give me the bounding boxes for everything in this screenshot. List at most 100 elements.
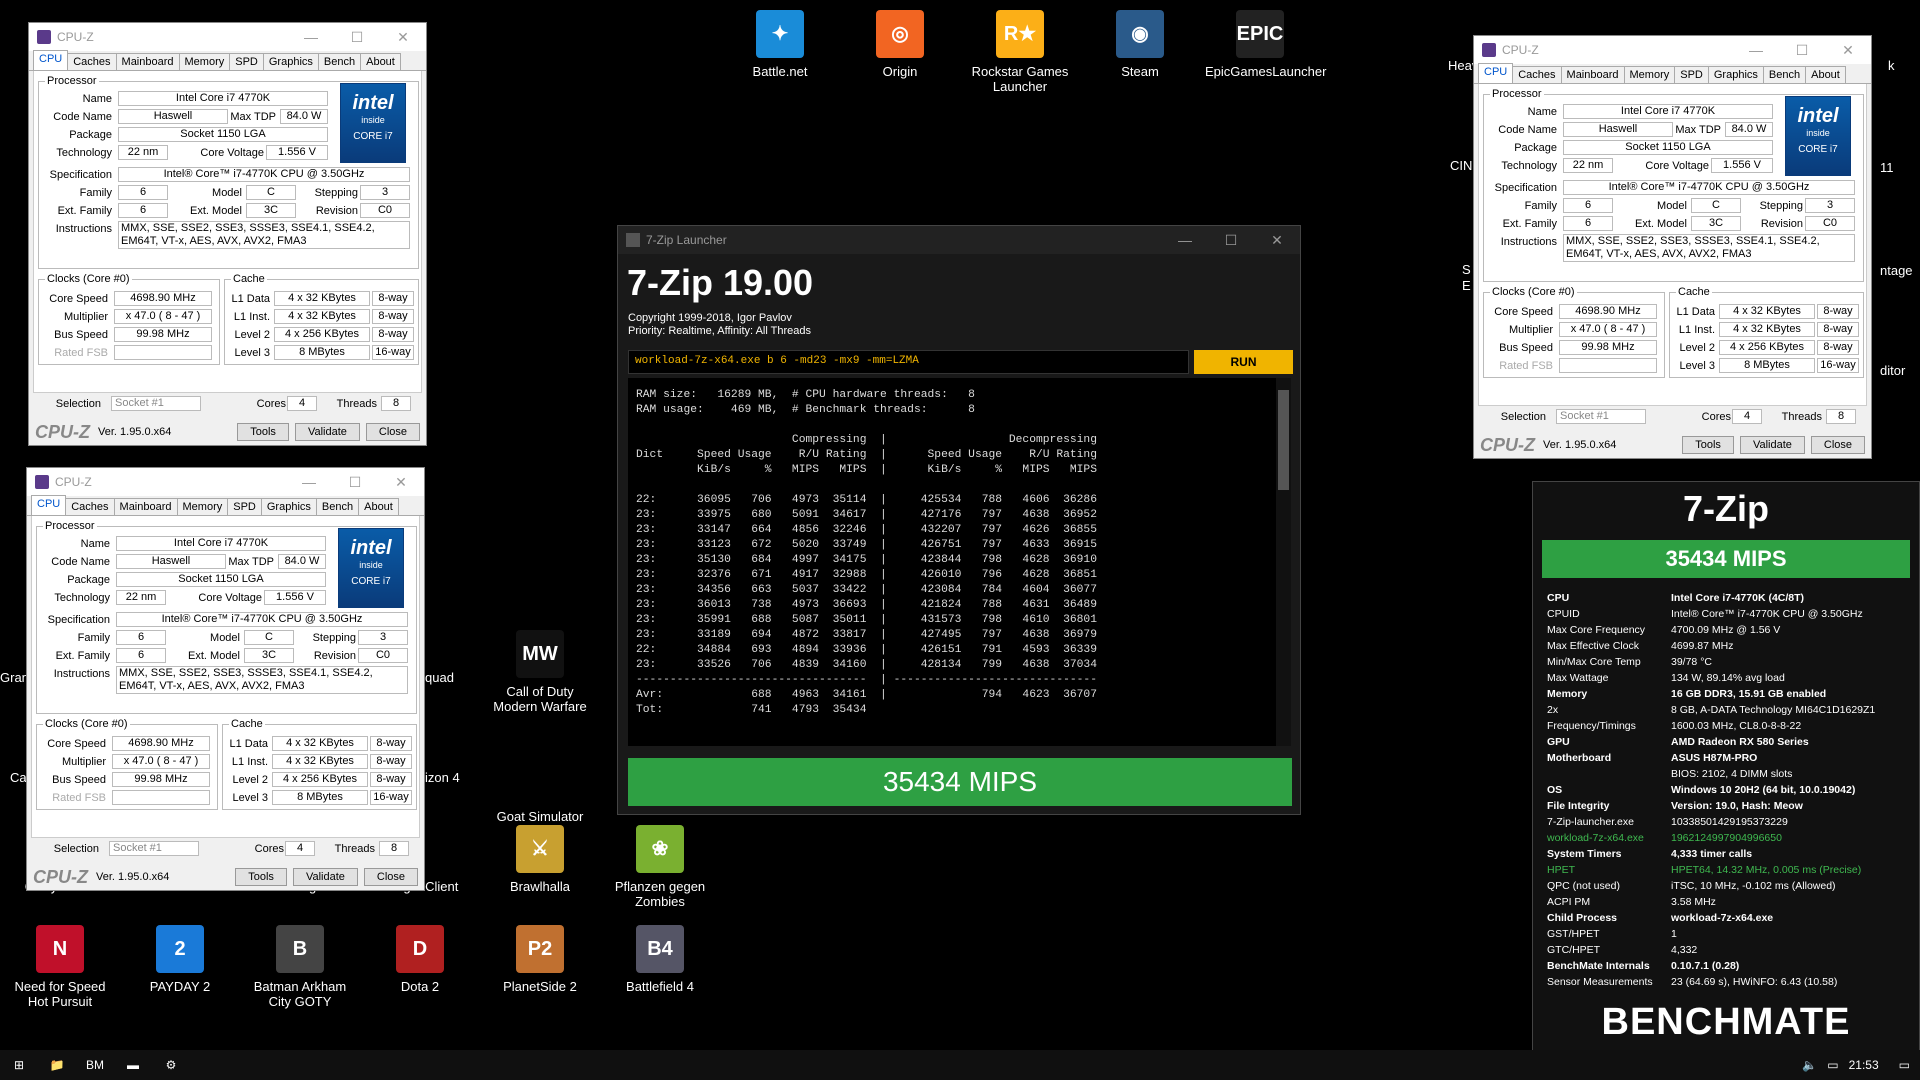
tab[interactable]: Mainboard <box>113 498 178 515</box>
minimize-icon[interactable]: — <box>288 29 334 46</box>
partial-icon-label[interactable]: Ca <box>10 770 27 785</box>
tools-button[interactable]: Tools <box>237 423 289 441</box>
partial-icon-label[interactable]: CIN <box>1450 158 1472 173</box>
tray-icon[interactable]: 🔈 <box>1802 1058 1817 1072</box>
partial-icon-label[interactable]: Gran <box>0 670 29 685</box>
partial-icon-label[interactable]: 11 <box>1880 160 1894 175</box>
copyright: Copyright 1999-2018, Igor Pavlov <box>628 312 792 324</box>
desktop-icon[interactable]: D Dota 2 <box>365 925 475 994</box>
field-value: MMX, SSE, SSE2, SSE3, SSSE3, SSE4.1, SSE… <box>116 666 408 694</box>
tab[interactable]: Memory <box>1623 66 1676 83</box>
close-button[interactable]: Close <box>1810 436 1865 454</box>
tab[interactable]: Memory <box>178 53 231 70</box>
taskbar-item[interactable]: BM <box>76 1050 114 1080</box>
partial-icon-label[interactable]: izon 4 <box>425 770 460 785</box>
tab[interactable]: Caches <box>1512 66 1562 83</box>
tab[interactable]: Mainboard <box>115 53 180 70</box>
validate-button[interactable]: Validate <box>1739 436 1805 454</box>
desktop-icon[interactable]: ✦ Battle.net <box>725 10 835 79</box>
tab[interactable]: CPU <box>1478 63 1514 83</box>
info-value: 1962124997904996650 <box>1671 832 1782 844</box>
field-label: Model <box>212 187 242 199</box>
tab[interactable]: Graphics <box>1707 66 1764 83</box>
tab[interactable]: About <box>360 53 401 70</box>
desktop-icon[interactable]: ◉ Steam <box>1085 10 1195 79</box>
close-icon[interactable]: ✕ <box>1254 232 1300 249</box>
close-icon[interactable]: ✕ <box>378 474 424 491</box>
close-button[interactable]: Close <box>363 868 418 886</box>
desktop-icon[interactable]: ⚔ Brawlhalla <box>485 825 595 894</box>
taskbar-item[interactable]: 📁 <box>38 1050 76 1080</box>
desktop-icon[interactable]: ◎ Origin <box>845 10 955 79</box>
field-label: Revision <box>1760 218 1803 230</box>
maximize-icon[interactable]: ☐ <box>1779 42 1825 59</box>
tab[interactable]: Graphics <box>260 498 317 515</box>
desktop-icon[interactable]: 2 PAYDAY 2 <box>125 925 235 994</box>
minimize-icon[interactable]: — <box>286 474 332 491</box>
partial-icon-label[interactable]: ditor <box>1880 363 1905 378</box>
command-input[interactable]: workload-7z-x64.exe b 6 -md23 -mx9 -mm=L… <box>628 350 1189 374</box>
tab[interactable]: Bench <box>317 53 362 70</box>
partial-icon-label[interactable]: S <box>1462 262 1471 277</box>
desktop-icon[interactable]: B Batman Arkham City GOTY <box>245 925 355 1009</box>
notification-icon[interactable]: ▭ <box>1899 1058 1910 1072</box>
taskbar-item[interactable]: ⊞ <box>0 1050 38 1080</box>
socket-select[interactable]: Socket #1 <box>1556 409 1646 424</box>
partial-icon-label[interactable]: ntage <box>1880 263 1913 278</box>
tab[interactable]: Caches <box>67 53 117 70</box>
tray-icon[interactable]: ▭ <box>1827 1058 1838 1072</box>
partial-icon-label[interactable]: quad <box>425 670 454 685</box>
desktop-icon[interactable]: ❀ Pflanzen gegen Zombies <box>605 825 715 909</box>
tab[interactable]: CPU <box>33 50 69 70</box>
desktop-icon[interactable]: R★ Rockstar Games Launcher <box>965 10 1075 94</box>
app-icon: ❀ <box>636 825 684 873</box>
clock[interactable]: 21:53 <box>1849 1058 1879 1072</box>
desktop-icon[interactable]: EPIC EpicGamesLauncher <box>1205 10 1326 79</box>
socket-select[interactable]: Socket #1 <box>109 841 199 856</box>
close-icon[interactable]: ✕ <box>1825 42 1871 59</box>
tab[interactable]: Memory <box>176 498 229 515</box>
title-bar[interactable]: CPU-Z — ☐ ✕ <box>29 23 426 51</box>
desktop-icon[interactable]: Goat Simulator <box>485 755 595 824</box>
partial-icon-label[interactable]: k <box>1888 58 1895 73</box>
tab[interactable]: SPD <box>227 498 262 515</box>
desktop-icon[interactable]: P2 PlanetSide 2 <box>485 925 595 994</box>
validate-button[interactable]: Validate <box>292 868 358 886</box>
tab[interactable]: Mainboard <box>1560 66 1625 83</box>
tab[interactable]: Bench <box>1762 66 1807 83</box>
tab[interactable]: About <box>358 498 399 515</box>
minimize-icon[interactable]: — <box>1162 232 1208 249</box>
tab[interactable]: CPU <box>31 495 67 515</box>
info-key: CPU <box>1547 592 1570 604</box>
version: Ver. 1.95.0.x64 <box>96 871 170 883</box>
tab[interactable]: Caches <box>65 498 115 515</box>
title-bar[interactable]: 7-Zip Launcher — ☐ ✕ <box>618 226 1300 254</box>
tab[interactable]: Bench <box>315 498 360 515</box>
title-bar[interactable]: CPU-Z — ☐ ✕ <box>27 468 424 496</box>
maximize-icon[interactable]: ☐ <box>332 474 378 491</box>
partial-icon-label[interactable]: E <box>1462 278 1471 293</box>
run-button[interactable]: RUN <box>1194 350 1293 374</box>
tab[interactable]: About <box>1805 66 1846 83</box>
taskbar-item[interactable]: ⚙ <box>152 1050 190 1080</box>
tab[interactable]: SPD <box>1674 66 1709 83</box>
tools-button[interactable]: Tools <box>1682 436 1734 454</box>
maximize-icon[interactable]: ☐ <box>1208 232 1254 249</box>
info-key: Max Core Frequency <box>1547 624 1646 636</box>
socket-select[interactable]: Socket #1 <box>111 396 201 411</box>
tools-button[interactable]: Tools <box>235 868 287 886</box>
taskbar-item[interactable]: ▬ <box>114 1050 152 1080</box>
validate-button[interactable]: Validate <box>294 423 360 441</box>
title-bar[interactable]: CPU-Z — ☐ ✕ <box>1474 36 1871 64</box>
desktop-icon[interactable]: N Need for Speed Hot Pursuit <box>5 925 115 1009</box>
maximize-icon[interactable]: ☐ <box>334 29 380 46</box>
scrollbar-thumb[interactable] <box>1278 390 1289 490</box>
tab[interactable]: SPD <box>229 53 264 70</box>
desktop-icon[interactable]: B4 Battlefield 4 <box>605 925 715 994</box>
tab[interactable]: Graphics <box>262 53 319 70</box>
desktop-icon[interactable]: MW Call of Duty Modern Warfare <box>485 630 595 714</box>
close-icon[interactable]: ✕ <box>380 29 426 46</box>
minimize-icon[interactable]: — <box>1733 42 1779 59</box>
scrollbar[interactable] <box>1276 378 1291 746</box>
close-button[interactable]: Close <box>365 423 420 441</box>
